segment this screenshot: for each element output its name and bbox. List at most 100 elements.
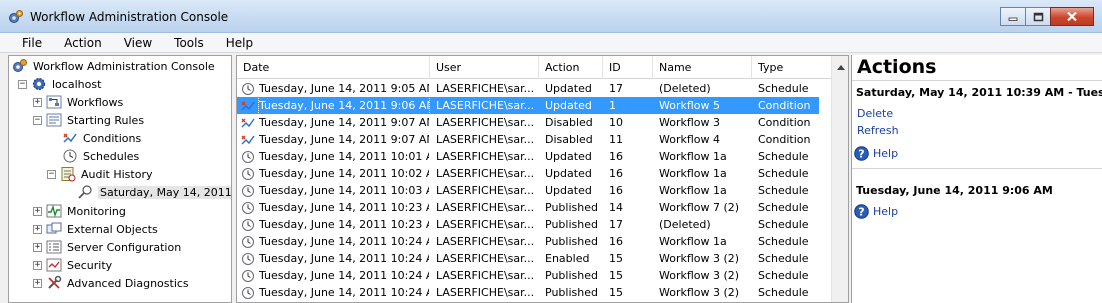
cell-date: Tuesday, June 14, 2011 10:03 AM	[259, 184, 429, 197]
table-row[interactable]: Tuesday, June 14, 2011 9:06 AM LASERFICHE…	[237, 96, 819, 115]
divider	[852, 168, 1102, 169]
cell-action: Published	[545, 218, 598, 231]
table-row[interactable]: Tuesday, June 14, 2011 10:24 AM LASERFICH…	[237, 284, 819, 301]
cell-name: Workflow 4	[659, 133, 721, 146]
cell-id: 17	[609, 82, 623, 95]
tree-label: Advanced Diagnostics	[67, 276, 189, 290]
column-header-name[interactable]: Name	[653, 56, 752, 79]
menu-help[interactable]: Help	[215, 33, 264, 53]
actions-pane: Actions Saturday, May 14, 2011 10:39 AM …	[851, 55, 1102, 303]
menu-tools[interactable]: Tools	[163, 33, 215, 53]
table-row[interactable]: Tuesday, June 14, 2011 10:24 AM LASERFICH…	[237, 233, 819, 250]
close-button[interactable]	[1050, 7, 1094, 26]
workflow-app-icon	[8, 9, 24, 25]
cell-date: Tuesday, June 14, 2011 9:07 AM	[259, 133, 429, 146]
tree-label: External Objects	[67, 222, 158, 236]
tree-item-audit-history[interactable]: − Audit History	[47, 165, 152, 183]
cell-id: 17	[609, 218, 623, 231]
expand-toggle[interactable]: +	[33, 260, 42, 270]
tree-item-starting-rules[interactable]: − Starting Rules	[33, 111, 144, 129]
tree-label: Workflow Administration Console	[33, 59, 215, 73]
menu-view[interactable]: View	[113, 33, 163, 53]
cell-date: Tuesday, June 14, 2011 10:24 AM	[259, 286, 429, 299]
cell-type: Schedule	[758, 235, 809, 248]
cell-id: 15	[609, 286, 623, 299]
minimize-button[interactable]	[1000, 7, 1026, 26]
tree-item-conditions[interactable]: Conditions	[62, 129, 141, 147]
expand-toggle[interactable]: +	[33, 97, 42, 107]
starting-rules-icon	[46, 112, 62, 128]
column-header-id[interactable]: ID	[603, 56, 653, 79]
cell-id: 15	[609, 269, 623, 282]
menu-file[interactable]: File	[0, 33, 53, 53]
tree-item-advanced-diagnostics[interactable]: + Advanced Diagnostics	[33, 274, 189, 292]
cell-date: Tuesday, June 14, 2011 10:24 AM	[259, 269, 429, 282]
table-row[interactable]: Tuesday, June 14, 2011 9:07 AM LASERFICHE…	[237, 131, 819, 148]
expand-toggle[interactable]: +	[33, 242, 42, 252]
tree-item-monitoring[interactable]: + Monitoring	[33, 202, 126, 220]
table-row[interactable]: Tuesday, June 14, 2011 10:24 AM LASERFICH…	[237, 250, 819, 267]
table-row[interactable]: Tuesday, June 14, 2011 10:01 AM LASERFICH…	[237, 148, 819, 165]
expand-toggle[interactable]: +	[33, 224, 42, 234]
help-link[interactable]: ? Help	[854, 204, 898, 219]
scroll-up-arrow-icon	[836, 65, 845, 70]
collapse-toggle[interactable]: −	[33, 115, 42, 125]
expand-toggle[interactable]: +	[33, 278, 42, 288]
cell-id: 16	[609, 184, 623, 197]
scroll-up-button[interactable]	[832, 56, 848, 79]
cell-type: Schedule	[758, 252, 809, 265]
tree-item-schedules[interactable]: Schedules	[62, 147, 139, 165]
delete-link[interactable]: Delete	[857, 107, 893, 120]
column-header-type[interactable]: Type	[752, 56, 833, 79]
collapse-toggle[interactable]: −	[47, 169, 56, 179]
audit-history-icon	[60, 166, 76, 182]
workflow-console-icon	[12, 58, 28, 74]
table-row[interactable]: Tuesday, June 14, 2011 10:03 AM LASERFICH…	[237, 182, 819, 199]
cell-action: Published	[545, 269, 598, 282]
cell-type: Schedule	[758, 167, 809, 180]
cell-date: Tuesday, June 14, 2011 9:07 AM	[259, 116, 429, 129]
condition-icon	[241, 97, 257, 114]
cell-name: Workflow 1a	[659, 167, 727, 180]
column-header-user[interactable]: User	[430, 56, 539, 79]
table-row[interactable]: Tuesday, June 14, 2011 9:05 AM LASERFICHE…	[237, 80, 819, 97]
table-row[interactable]: Tuesday, June 14, 2011 9:07 AM LASERFICHE…	[237, 114, 819, 131]
column-header-action[interactable]: Action	[539, 56, 603, 79]
tree-item-root[interactable]: Workflow Administration Console	[12, 57, 215, 75]
tree-item-workflows[interactable]: + Workflows	[33, 93, 123, 111]
maximize-button[interactable]	[1025, 7, 1051, 26]
vertical-scrollbar[interactable]	[831, 56, 848, 302]
table-row[interactable]: Tuesday, June 14, 2011 10:23 AM LASERFICH…	[237, 199, 819, 216]
table-row[interactable]: Tuesday, June 14, 2011 10:23 AM LASERFICH…	[237, 216, 819, 233]
tools-icon	[46, 275, 62, 291]
column-header-date[interactable]: Date	[237, 56, 430, 79]
table-header: Date User Action ID Name Type	[237, 56, 833, 79]
cell-id: 15	[609, 252, 623, 265]
help-icon: ?	[854, 146, 869, 161]
schedule-icon	[241, 182, 257, 199]
conditions-icon	[62, 130, 78, 146]
tree-item-security[interactable]: + Security	[33, 256, 112, 274]
table-row[interactable]: Tuesday, June 14, 2011 10:24 AM LASERFICH…	[237, 267, 819, 284]
schedule-icon	[241, 165, 257, 182]
maximize-icon	[1033, 12, 1043, 21]
tree-item-external-objects[interactable]: + External Objects	[33, 220, 158, 238]
table-row[interactable]: Tuesday, June 14, 2011 10:02 AM LASERFICH…	[237, 165, 819, 182]
tree-item-localhost[interactable]: − localhost	[18, 75, 101, 93]
help-link[interactable]: ? Help	[854, 146, 898, 161]
tree-item-server-configuration[interactable]: + Server Configuration	[33, 238, 181, 256]
tree-item-audit-date[interactable]: Saturday, May 14, 2011 10	[77, 183, 231, 201]
refresh-link[interactable]: Refresh	[857, 124, 899, 137]
cell-id: 10	[609, 116, 623, 129]
collapse-toggle[interactable]: −	[18, 79, 27, 89]
cell-user: LASERFICHE\sar...	[436, 252, 535, 265]
cell-date: Tuesday, June 14, 2011 9:05 AM	[259, 82, 429, 95]
cell-action: Updated	[545, 150, 592, 163]
help-label: Help	[873, 147, 899, 160]
cell-action: Updated	[545, 167, 592, 180]
menu-action[interactable]: Action	[53, 33, 113, 53]
expand-toggle[interactable]: +	[33, 206, 42, 216]
actions-section-heading: Saturday, May 14, 2011 10:39 AM - Tuesda	[856, 86, 1102, 99]
actions-title: Actions	[857, 56, 937, 78]
schedule-icon	[241, 233, 257, 250]
